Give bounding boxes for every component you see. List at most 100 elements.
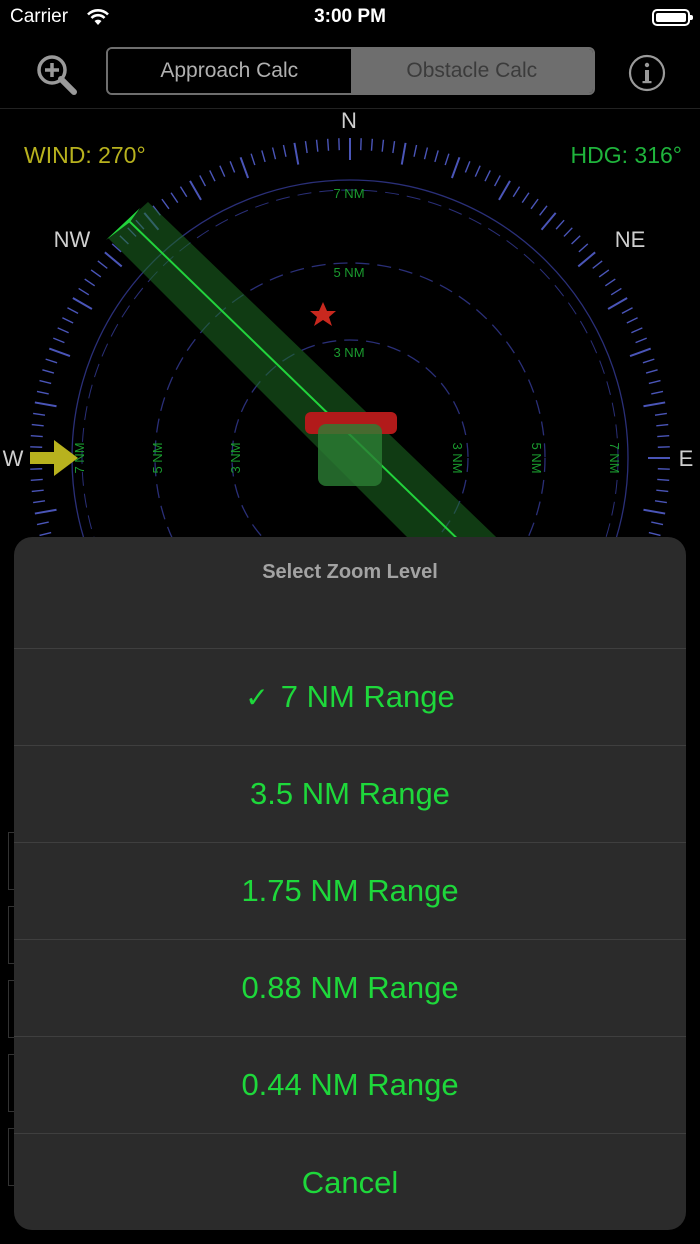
compass-tick	[84, 278, 96, 287]
status-bar: Carrier 3:00 PM	[0, 0, 700, 40]
compass-tick	[39, 379, 52, 385]
wind-label: WIND: 270°	[24, 142, 146, 168]
compass-tick	[57, 327, 69, 334]
range-label-west-5: 5 NM	[150, 442, 165, 473]
battery-icon	[652, 9, 693, 26]
compass-tick	[563, 227, 573, 237]
range-label-east-7: 7 NM	[607, 442, 622, 473]
compass-tick	[626, 317, 638, 324]
compass-tick	[326, 138, 330, 151]
compass-tick	[474, 165, 481, 177]
compass-tick	[648, 379, 661, 385]
cardinal-ne: NE	[615, 227, 646, 252]
compass-tick	[464, 161, 471, 173]
compass-tick	[578, 243, 589, 253]
option-1-75-nm-range[interactable]: 1.75 NM Range	[14, 843, 686, 940]
option-0-44-nm-range[interactable]: 0.44 NM Range	[14, 1037, 686, 1134]
cardinal-nw: NW	[54, 227, 91, 252]
option-label: 0.88 NM Range	[241, 970, 459, 1005]
compass-tick	[610, 287, 622, 296]
compass-tick	[540, 212, 557, 231]
compass-tick	[370, 138, 374, 151]
compass-tick	[179, 186, 188, 198]
range-label-west-3: 3 NM	[228, 442, 243, 473]
compass-rose: 7 NM 5 NM 3 NM 7 NM 5 NM 3 NM 3 NM 5 NM …	[3, 108, 694, 548]
zoom-in-icon[interactable]	[34, 52, 78, 96]
compass-tick	[42, 369, 55, 374]
option-3-5-nm-range[interactable]: 3.5 NM Range	[14, 746, 686, 843]
compass-display[interactable]: 7 NM 5 NM 3 NM 7 NM 5 NM 3 NM 3 NM 5 NM …	[0, 108, 700, 548]
compass-tick	[400, 142, 407, 165]
compass-tick	[161, 198, 170, 210]
compass-tick	[654, 412, 667, 416]
compass-tick	[97, 260, 108, 269]
tab-approach-calc[interactable]: Approach Calc	[108, 49, 351, 93]
compass-tick	[239, 156, 250, 179]
tab-obstacle-calc[interactable]: Obstacle Calc	[350, 49, 593, 93]
wind-arrow-icon	[30, 440, 78, 476]
compass-tick	[512, 186, 521, 198]
compass-tick	[62, 317, 74, 324]
compass-tick	[30, 434, 43, 438]
cardinal-n: N	[341, 108, 357, 133]
compass-tick	[72, 297, 93, 310]
compass-tick	[555, 219, 565, 230]
compass-tick	[45, 358, 58, 364]
checkmark-icon: ✓	[245, 681, 269, 713]
compass-tick	[656, 489, 669, 493]
option-7-nm-range[interactable]: ✓ 7 NM Range	[14, 649, 686, 746]
compass-tick	[34, 508, 57, 515]
compass-tick	[530, 198, 539, 210]
compass-tick	[250, 153, 256, 166]
compass-tick	[33, 500, 46, 504]
compass-tick	[78, 287, 90, 296]
compass-tick	[521, 192, 530, 204]
compass-tick	[607, 297, 628, 310]
range-label-east-3: 3 NM	[450, 442, 465, 473]
compass-tick	[170, 192, 179, 204]
compass-tick	[657, 434, 670, 438]
compass-tick	[592, 260, 603, 269]
compass-tick	[642, 358, 655, 364]
info-icon[interactable]	[628, 54, 666, 92]
compass-tick	[651, 521, 664, 526]
compass-tick	[643, 508, 666, 515]
compass-tick	[571, 235, 581, 245]
compass-tick	[39, 531, 52, 537]
compass-tick	[304, 141, 308, 154]
range-label-west-7: 7 NM	[72, 442, 87, 473]
compass-tick	[271, 147, 277, 160]
compass-tick	[36, 390, 49, 395]
compass-tick	[656, 423, 669, 427]
compass-tick	[31, 423, 44, 427]
cardinal-w: W	[3, 446, 24, 471]
compass-tick	[648, 531, 661, 537]
range-label-5-nm: 5 NM	[333, 265, 364, 280]
compass-tick	[34, 401, 57, 408]
option-label: 3.5 NM Range	[250, 776, 450, 811]
option-0-88-nm-range[interactable]: 0.88 NM Range	[14, 940, 686, 1037]
compass-tick	[621, 307, 633, 315]
nav-bar: Approach Calc Obstacle Calc	[0, 40, 700, 109]
compass-tick	[90, 269, 102, 278]
range-label-3-nm: 3 NM	[333, 345, 364, 360]
compass-tick	[598, 269, 610, 278]
compass-tick	[657, 478, 670, 482]
compass-tick	[48, 347, 71, 358]
compass-tick	[381, 139, 385, 152]
compass-tick	[36, 521, 49, 526]
cancel-button[interactable]: Cancel	[14, 1134, 686, 1230]
compass-tick	[629, 347, 652, 358]
sheet-title: Select Zoom Level	[14, 537, 686, 649]
compass-tick	[577, 251, 596, 268]
option-label: 1.75 NM Range	[241, 873, 459, 908]
compass-tick	[315, 139, 319, 152]
compass-tick	[219, 165, 226, 177]
cardinal-e: E	[679, 446, 694, 471]
compass-tick	[635, 337, 647, 344]
compass-tick	[423, 147, 429, 160]
compass-tick	[53, 337, 65, 344]
compass-tick	[539, 205, 548, 216]
compass-tick	[413, 144, 418, 157]
compass-tick	[282, 144, 287, 157]
